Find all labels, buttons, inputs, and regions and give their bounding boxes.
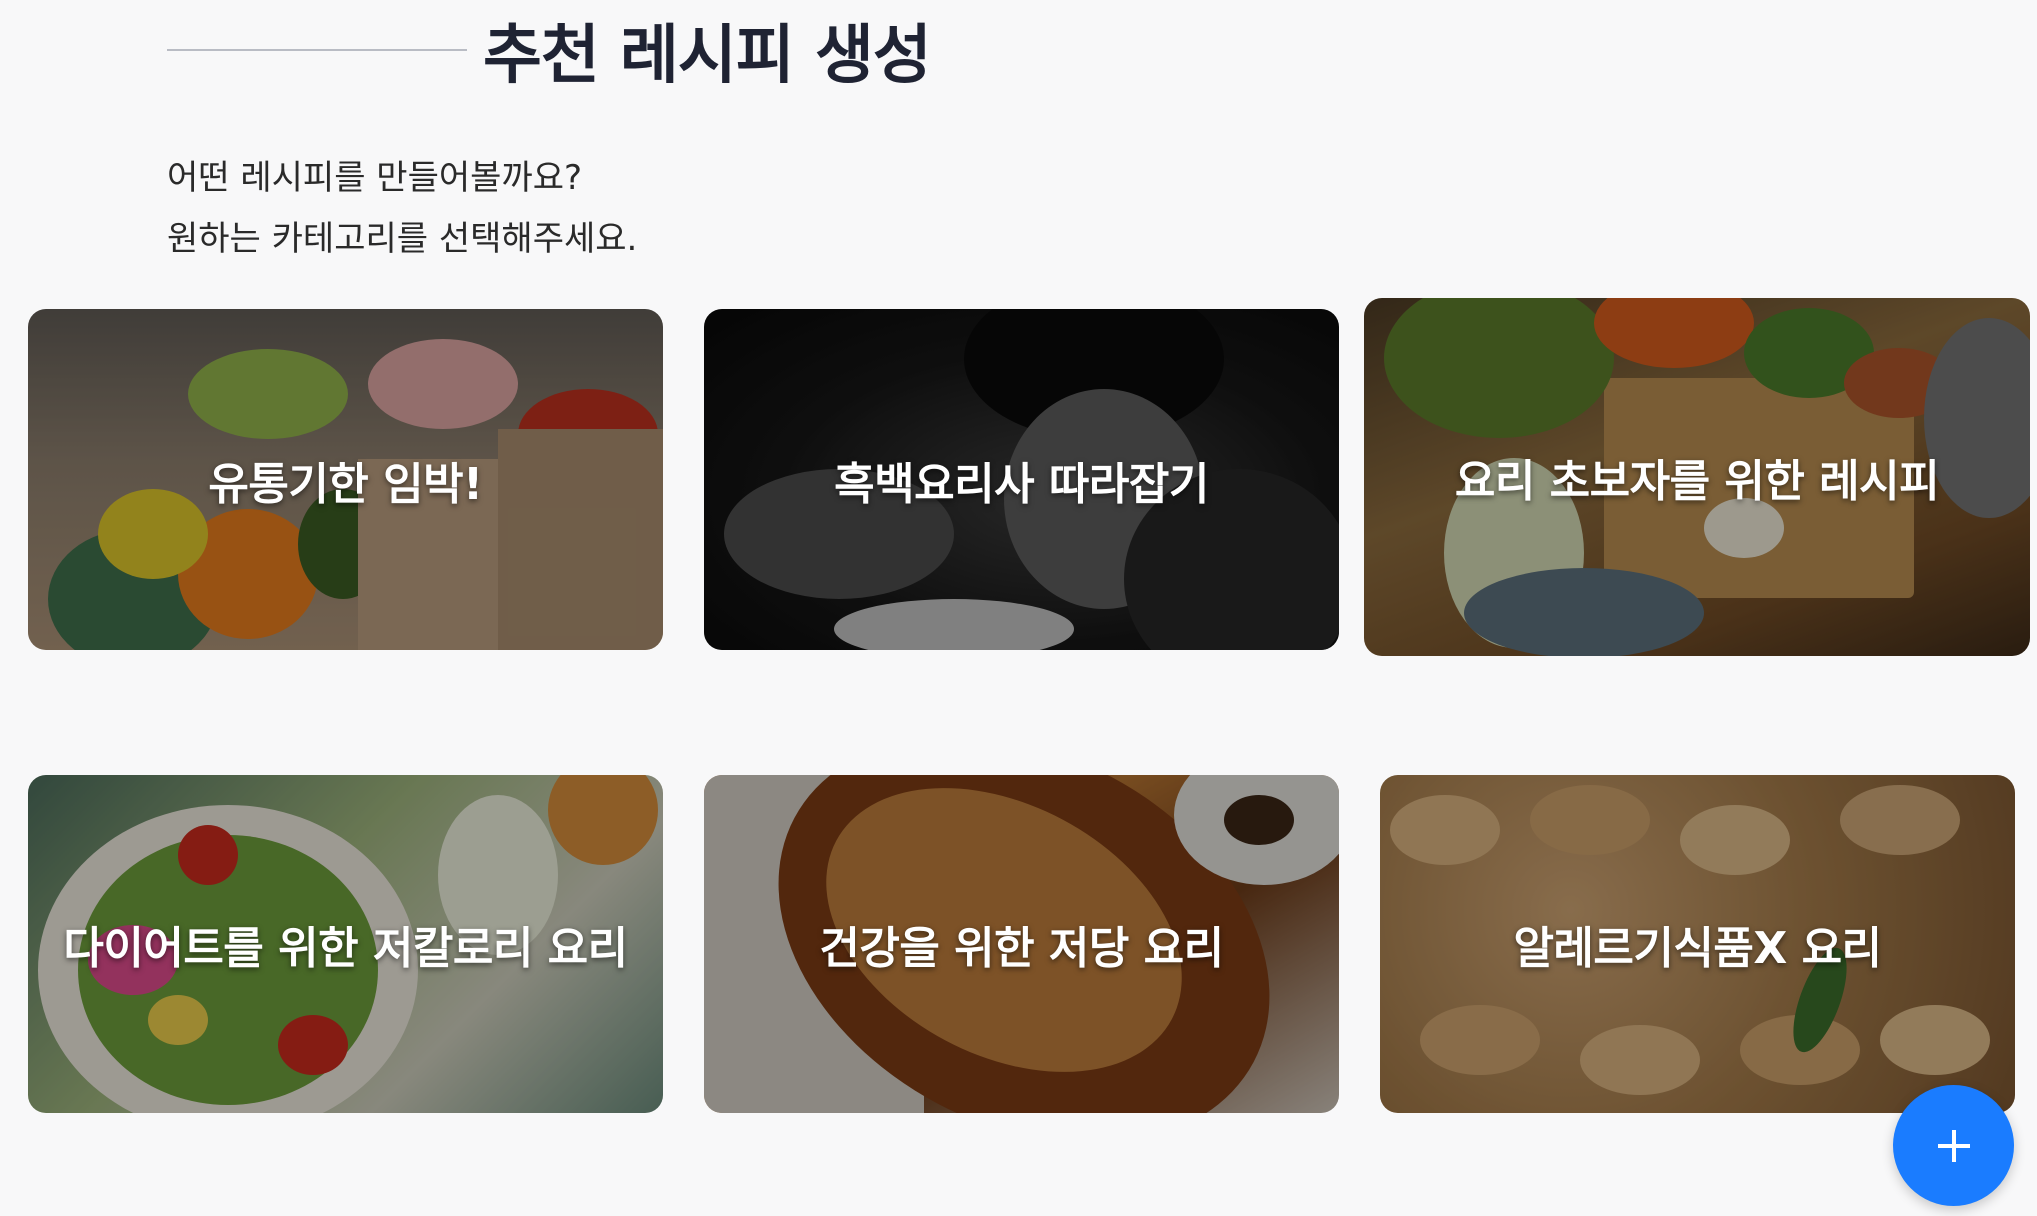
intro-line-2: 원하는 카테고리를 선택해주세요. <box>167 219 638 259</box>
category-label: 알레르기식품X 요리 <box>1513 923 1882 974</box>
category-card-lowsugar[interactable]: 건강을 위한 저당 요리 <box>704 775 1339 1113</box>
category-label: 유통기한 임박! <box>208 458 483 510</box>
category-card-chef[interactable]: 흑백요리사 따라잡기 <box>704 309 1339 650</box>
intro-text: 어떤 레시피를 만들어볼까요? 원하는 카테고리를 선택해주세요. <box>167 148 637 270</box>
plus-icon <box>1937 1129 1970 1162</box>
category-card-beginner[interactable]: 요리 초보자를 위한 레시피 <box>1364 298 2030 656</box>
add-button[interactable] <box>1893 1085 2014 1206</box>
category-label: 건강을 위한 저당 요리 <box>819 923 1224 974</box>
page-title: 추천 레시피 생성 <box>483 19 932 93</box>
category-card-expiry[interactable]: 유통기한 임박! <box>28 309 663 650</box>
category-label: 요리 초보자를 위한 레시피 <box>1454 456 1940 507</box>
category-label: 다이어트를 위한 저칼로리 요리 <box>63 923 628 974</box>
category-label: 흑백요리사 따라잡기 <box>834 458 1209 510</box>
category-card-allergy[interactable]: 알레르기식품X 요리 <box>1380 775 2015 1113</box>
header-divider <box>167 49 467 51</box>
category-card-diet[interactable]: 다이어트를 위한 저칼로리 요리 <box>28 775 663 1113</box>
page-header: 추천 레시피 생성 <box>167 10 932 93</box>
intro-line-1: 어떤 레시피를 만들어볼까요? <box>167 158 583 198</box>
